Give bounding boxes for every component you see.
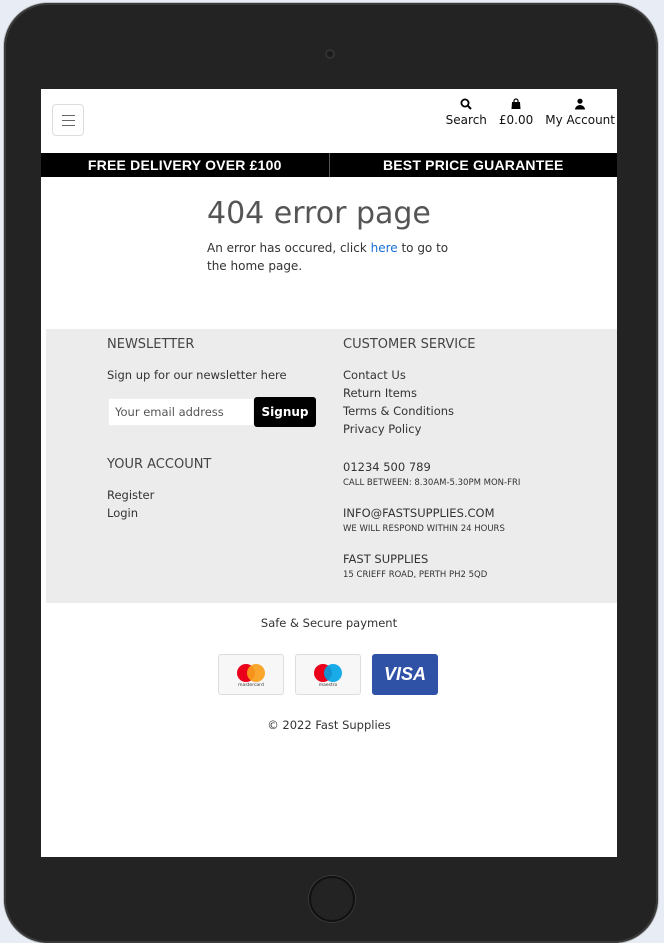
- phone-number[interactable]: 01234 500 789: [343, 460, 431, 474]
- company-name: FAST SUPPLIES: [343, 552, 429, 566]
- terms-link[interactable]: Terms & Conditions: [343, 402, 593, 420]
- error-message: An error has occured, click here to go t…: [207, 241, 449, 273]
- shopping-bag-icon: [511, 98, 521, 109]
- menu-toggle-button[interactable]: [52, 104, 84, 136]
- site-header: Search £0.00 My Account: [41, 89, 617, 153]
- camera: [325, 49, 335, 59]
- return-items-link[interactable]: Return Items: [343, 384, 593, 402]
- basket-total: £0.00: [498, 113, 534, 127]
- promo-best-price: BEST PRICE GUARANTEE: [382, 157, 564, 173]
- copyright: © 2022 Fast Supplies: [267, 718, 391, 732]
- promo-banner: FREE DELIVERY OVER £100 BEST PRICE GUARA…: [41, 153, 617, 177]
- page-title: 404 error page: [207, 196, 431, 231]
- search-icon: [460, 98, 472, 110]
- email-note: WE WILL RESPOND WITHIN 24 HOURS: [343, 524, 505, 534]
- visa-logo: VISA: [372, 654, 438, 695]
- site-footer: NEWSLETTER Sign up for our newsletter he…: [46, 329, 617, 603]
- search-link[interactable]: Search: [446, 98, 487, 127]
- register-link[interactable]: Register: [107, 486, 327, 504]
- newsletter-form: Your email address Signup: [108, 397, 327, 427]
- home-button[interactable]: [309, 876, 355, 922]
- newsletter-heading: NEWSLETTER: [107, 337, 195, 352]
- account-link[interactable]: My Account: [545, 98, 615, 127]
- company-address: 15 CRIEFF ROAD, PERTH PH2 5QD: [343, 570, 488, 580]
- phone-hours: CALL BETWEEN: 8.30AM-5.30PM MON-FRI: [343, 478, 521, 488]
- error-content: 404 error page An error has occured, cli…: [207, 196, 467, 275]
- phone-block: 01234 500 789 CALL BETWEEN: 8.30AM-5.30P…: [343, 456, 593, 488]
- maestro-label: maestro: [318, 683, 338, 688]
- header-actions: Search £0.00 My Account: [434, 98, 615, 127]
- user-icon: [575, 98, 586, 110]
- email-address[interactable]: INFO@FASTSUPPLIES.COM: [343, 506, 495, 520]
- your-account-heading: YOUR ACCOUNT: [107, 457, 212, 472]
- footer-left-column: NEWSLETTER Sign up for our newsletter he…: [107, 337, 327, 522]
- maestro-logo: maestro: [295, 654, 361, 695]
- contact-us-link[interactable]: Contact Us: [343, 366, 593, 384]
- mastercard-logo: mastercard: [218, 654, 284, 695]
- privacy-link[interactable]: Privacy Policy: [343, 420, 593, 438]
- visa-label: VISA: [383, 664, 426, 684]
- customer-service-heading: CUSTOMER SERVICE: [343, 337, 476, 352]
- newsletter-text: Sign up for our newsletter here: [107, 368, 287, 382]
- search-label: Search: [445, 113, 487, 127]
- account-label: My Account: [545, 113, 615, 127]
- screen: Search £0.00 My Account FREE DELIVERY OV…: [41, 89, 617, 857]
- menu-icon: [62, 115, 75, 116]
- login-link[interactable]: Login: [107, 504, 327, 522]
- email-input[interactable]: Your email address: [108, 398, 254, 426]
- promo-free-delivery: FREE DELIVERY OVER £100: [87, 157, 282, 173]
- mastercard-label: mastercard: [238, 683, 264, 688]
- payment-cards: mastercard maestro VISA: [218, 654, 438, 695]
- basket-link[interactable]: £0.00: [499, 98, 533, 127]
- email-block: INFO@FASTSUPPLIES.COM WE WILL RESPOND WI…: [343, 502, 593, 534]
- address-block: FAST SUPPLIES 15 CRIEFF ROAD, PERTH PH2 …: [343, 548, 593, 580]
- home-link[interactable]: here: [371, 241, 398, 255]
- payment-title: Safe & Secure payment: [260, 616, 398, 630]
- signup-button[interactable]: Signup: [254, 397, 316, 427]
- footer-right-column: CUSTOMER SERVICE Contact Us Return Items…: [343, 337, 593, 580]
- tablet-frame: Search £0.00 My Account FREE DELIVERY OV…: [4, 3, 658, 943]
